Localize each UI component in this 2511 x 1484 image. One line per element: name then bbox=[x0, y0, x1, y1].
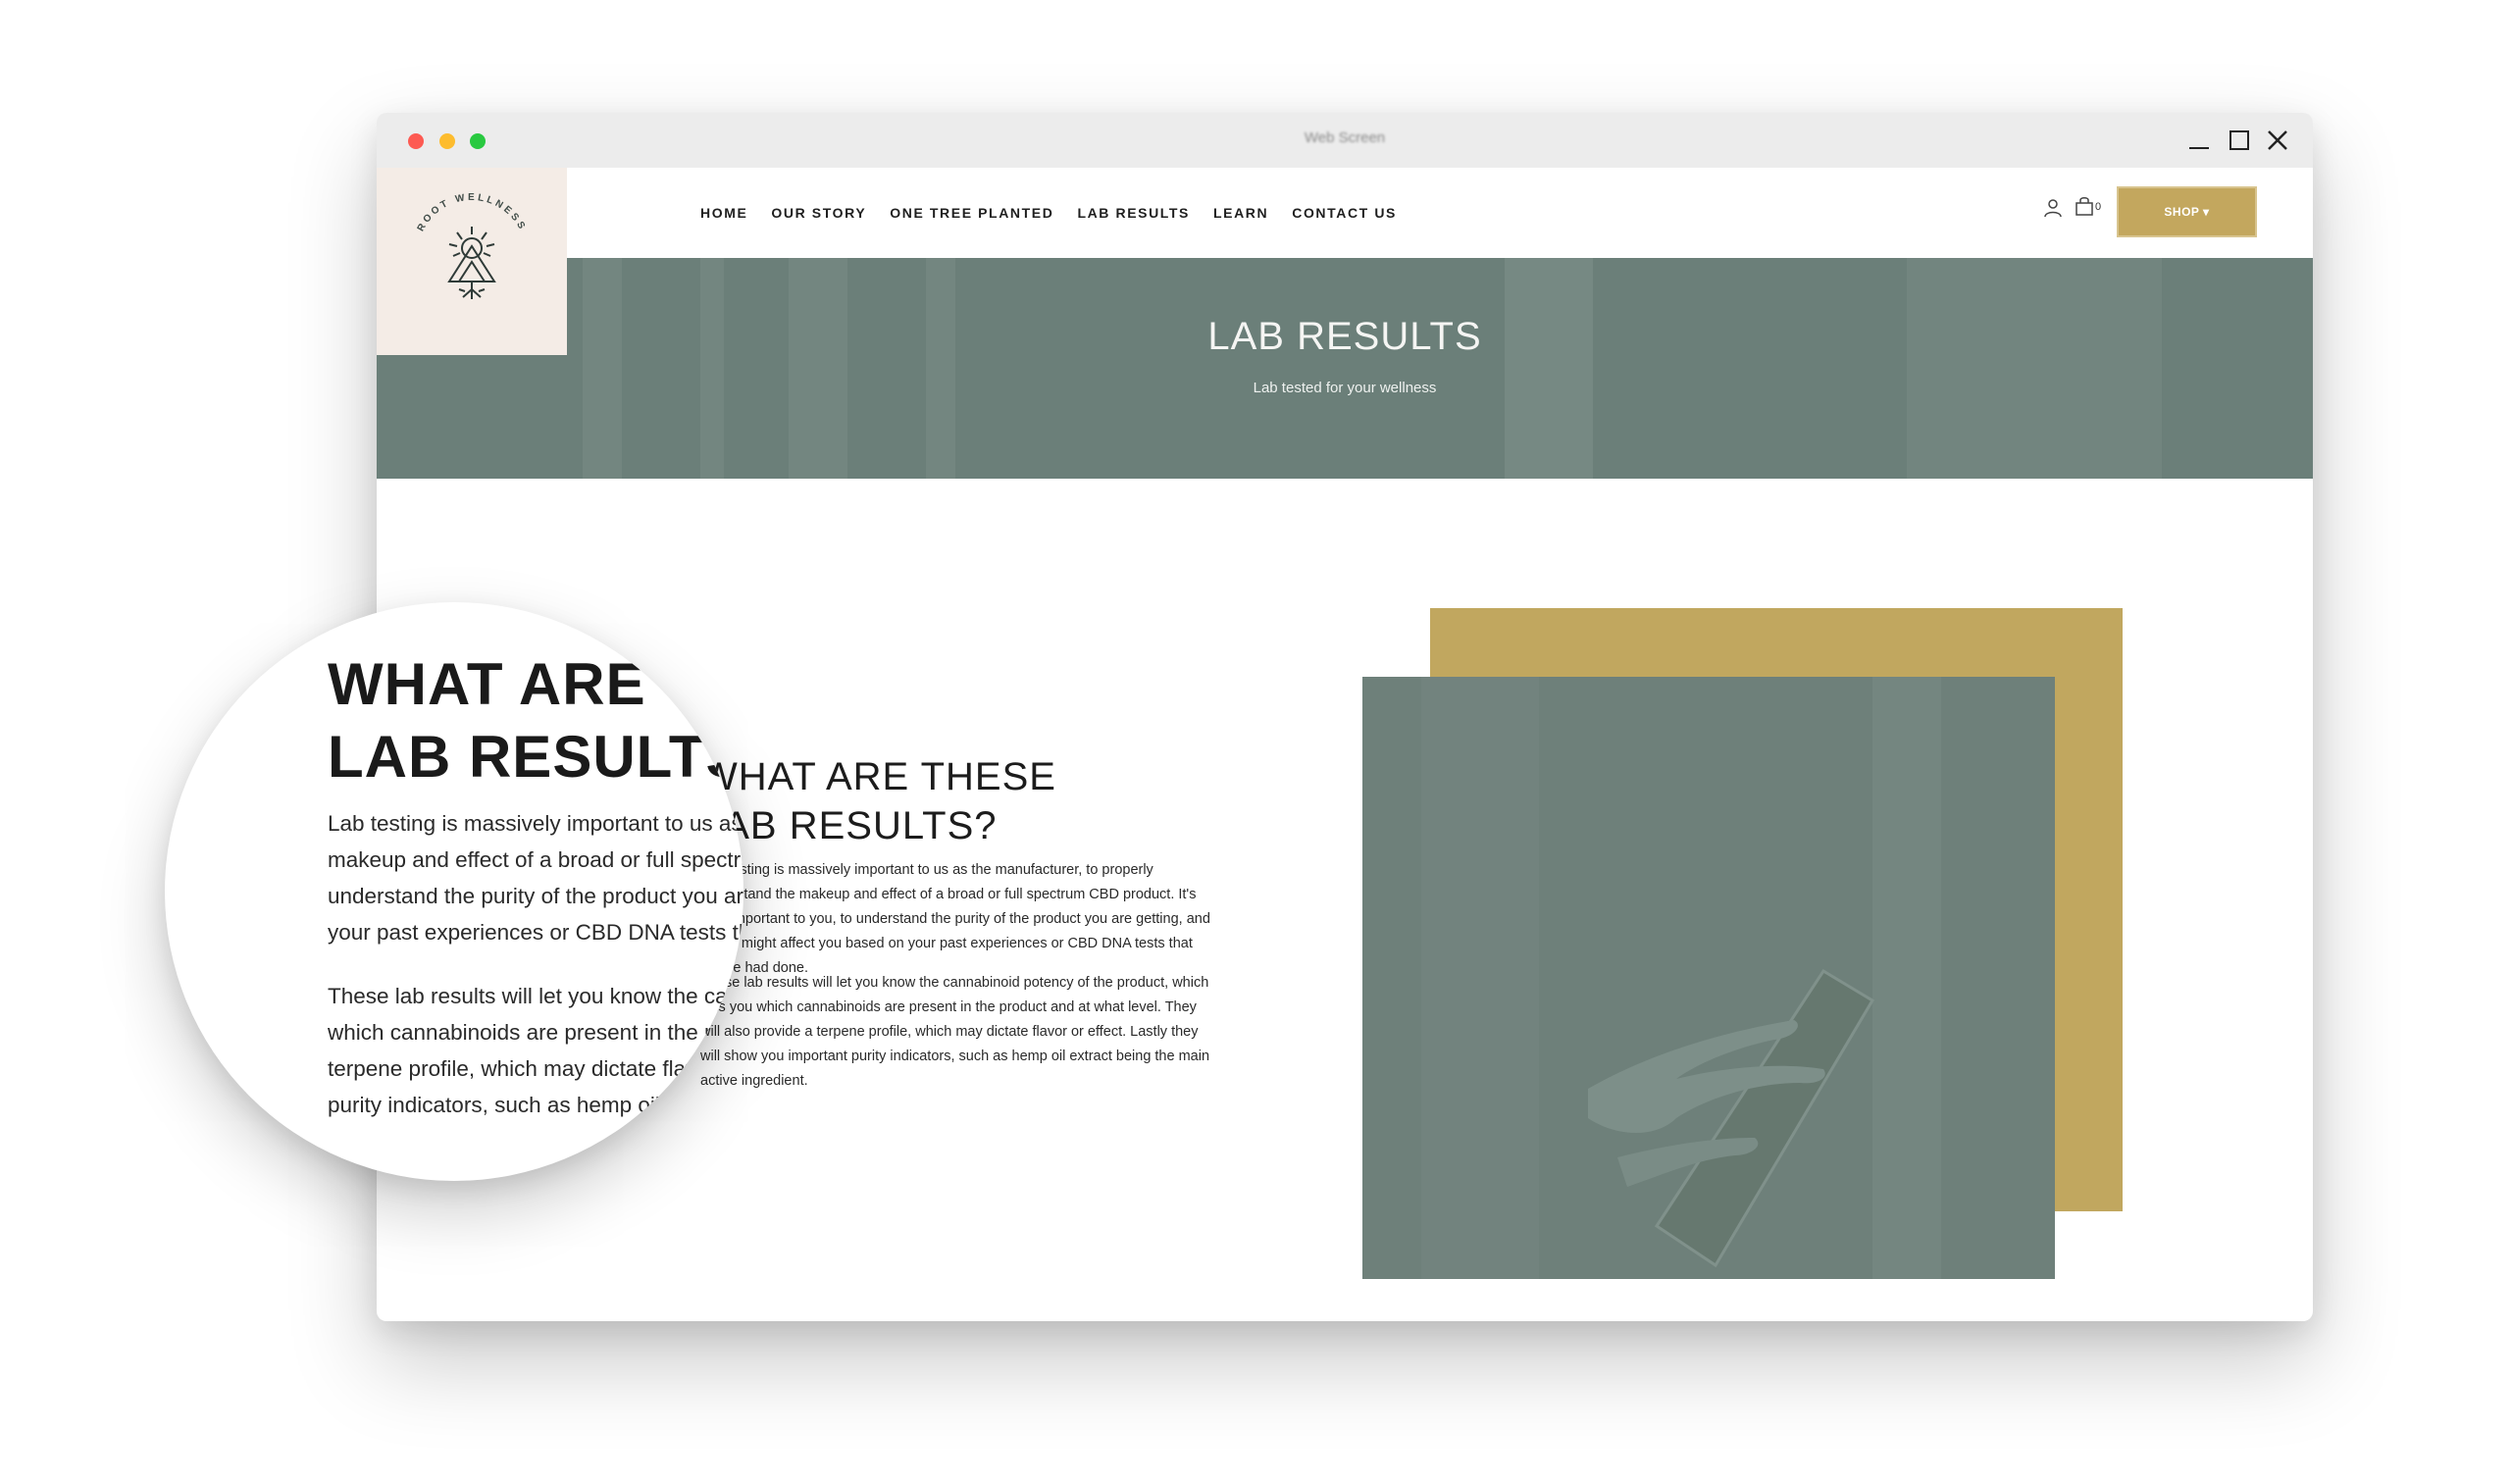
site-header: HOME OUR STORY ONE TREE PLANTED LAB RESU… bbox=[377, 168, 2313, 258]
hero-bg-streak bbox=[700, 258, 724, 479]
tree-mountain-icon bbox=[447, 227, 496, 299]
close-icon[interactable] bbox=[2264, 127, 2291, 154]
user-icon[interactable] bbox=[2042, 197, 2064, 219]
window-title: Web Screen bbox=[1304, 129, 1386, 146]
main-nav: HOME OUR STORY ONE TREE PLANTED LAB RESU… bbox=[700, 168, 1420, 258]
hero-bg-streak bbox=[583, 258, 622, 479]
hero-banner: LAB RESULTS Lab tested for your wellness bbox=[377, 258, 2313, 479]
window-titlebar: Web Screen bbox=[377, 113, 2313, 168]
hands-tablet-illustration bbox=[1362, 677, 2055, 1279]
results-paragraph: These lab results will let you know the … bbox=[700, 975, 1210, 1089]
logo[interactable]: ROOT WELLNESS bbox=[377, 168, 567, 355]
intro-paragraph: Lab testing is massively important to us… bbox=[700, 862, 1210, 976]
hero-subtitle: Lab tested for your wellness bbox=[1253, 380, 1437, 396]
cart-icon[interactable] bbox=[2074, 195, 2095, 217]
hero-bg-streak bbox=[1505, 258, 1593, 479]
cart-count: 0 bbox=[2095, 201, 2102, 213]
magnifier-lens: WHAT ARE THESE LAB RESULTS? Lab testing … bbox=[165, 602, 743, 1181]
maximize-icon[interactable] bbox=[2225, 127, 2252, 154]
minimize-icon[interactable] bbox=[2185, 127, 2213, 154]
shop-button[interactable]: SHOP ▾ bbox=[2117, 186, 2257, 237]
nav-our-story[interactable]: OUR STORY bbox=[771, 205, 866, 221]
hero-title: LAB RESULTS bbox=[1207, 315, 1482, 358]
magnified-results-paragraph: These lab results will let you know the … bbox=[328, 984, 743, 1117]
section-heading: WHAT ARE THESE LAB RESULTS? bbox=[700, 755, 1056, 847]
nav-contact-us[interactable]: CONTACT US bbox=[1292, 205, 1397, 221]
nav-learn[interactable]: LEARN bbox=[1213, 205, 1268, 221]
hero-bg-streak bbox=[1907, 258, 2162, 479]
magnified-intro-paragraph: Lab testing is massively important to us… bbox=[328, 811, 743, 945]
nav-one-tree-planted[interactable]: ONE TREE PLANTED bbox=[890, 205, 1053, 221]
magnified-heading: WHAT ARE THESE LAB RESULTS? bbox=[328, 651, 743, 790]
hero-bg-streak bbox=[926, 258, 955, 479]
nav-home[interactable]: HOME bbox=[700, 205, 747, 221]
hero-bg-streak bbox=[789, 258, 847, 479]
lab-photo bbox=[1362, 677, 2055, 1279]
nav-lab-results[interactable]: LAB RESULTS bbox=[1077, 205, 1190, 221]
